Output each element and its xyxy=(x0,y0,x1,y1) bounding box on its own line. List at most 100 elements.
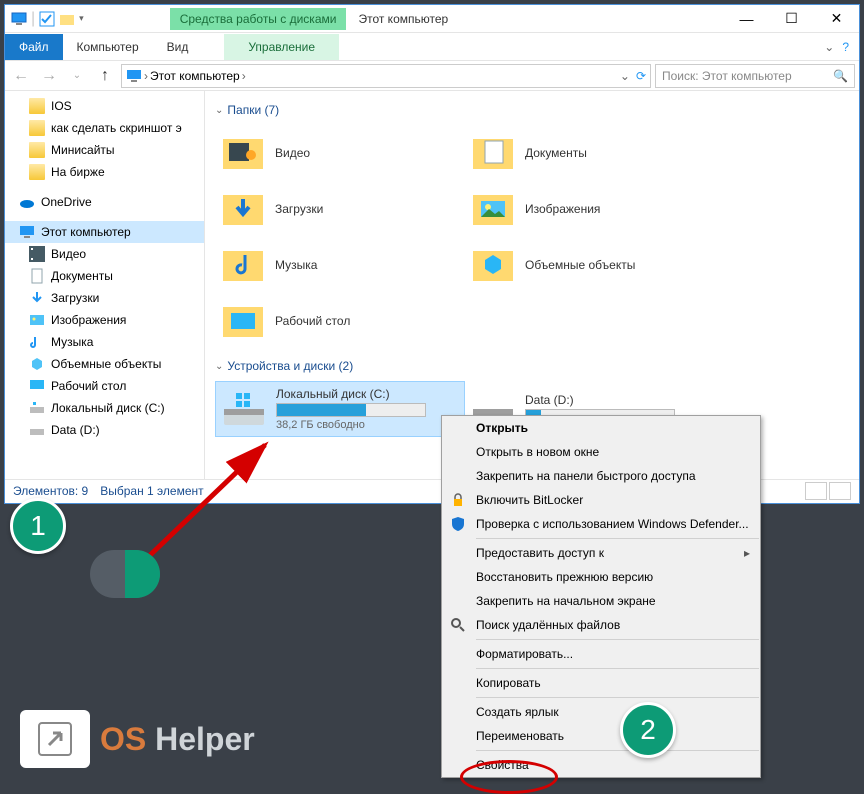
recent-dropdown-icon[interactable]: ⌄ xyxy=(65,64,89,88)
folder-item[interactable]: Объемные объекты xyxy=(465,237,715,293)
folder-icon xyxy=(29,98,45,114)
ctx-bitlocker[interactable]: Включить BitLocker xyxy=(442,488,760,512)
3d-folder-icon xyxy=(471,245,515,285)
manage-tab[interactable]: Управление xyxy=(224,34,339,60)
help-icon[interactable]: ? xyxy=(842,40,849,54)
view-details-button[interactable] xyxy=(805,482,827,500)
ctx-format[interactable]: Форматировать... xyxy=(442,642,760,666)
pc-icon xyxy=(11,11,27,27)
back-button[interactable]: ← xyxy=(9,64,33,88)
folder-icon[interactable] xyxy=(59,11,75,27)
folder-item[interactable]: Изображения xyxy=(465,181,715,237)
ctx-separator xyxy=(476,697,759,698)
bitlocker-icon xyxy=(450,492,466,508)
chevron-right-icon[interactable]: › xyxy=(242,69,246,83)
ctx-defender[interactable]: Проверка с использованием Windows Defend… xyxy=(442,512,760,536)
ctx-search-deleted[interactable]: Поиск удалённых файлов xyxy=(442,613,760,637)
documents-folder-icon xyxy=(471,133,515,173)
forward-button[interactable]: → xyxy=(37,64,61,88)
tree-item[interactable]: Загрузки xyxy=(5,287,204,309)
search-placeholder: Поиск: Этот компьютер xyxy=(662,69,792,83)
ctx-open[interactable]: Открыть xyxy=(442,416,760,440)
3d-icon xyxy=(29,356,45,372)
search-icon: 🔍 xyxy=(833,69,848,83)
tree-item[interactable]: Локальный диск (C:) xyxy=(5,397,204,419)
ctx-separator xyxy=(476,639,759,640)
window-title: Этот компьютер xyxy=(358,12,724,26)
view-tab[interactable]: Вид xyxy=(153,34,203,60)
tree-item[interactable]: Минисайты xyxy=(5,139,204,161)
up-button[interactable]: ↑ xyxy=(93,64,117,88)
tree-item[interactable]: Изображения xyxy=(5,309,204,331)
ctx-create-shortcut[interactable]: Создать ярлык xyxy=(442,700,760,724)
submenu-arrow-icon: ▸ xyxy=(744,546,750,560)
downloads-icon xyxy=(29,290,45,306)
address-bar[interactable]: › Этот компьютер › ⌄ ⟳ xyxy=(121,64,651,88)
chevron-right-icon[interactable]: › xyxy=(144,69,148,83)
drive-c[interactable]: Локальный диск (C:) 38,2 ГБ свободно xyxy=(215,381,465,437)
titlebar: | ▾ Средства работы с дисками Этот компь… xyxy=(5,5,859,33)
drive-icon xyxy=(29,422,45,438)
ctx-open-new-window[interactable]: Открыть в новом окне xyxy=(442,440,760,464)
drive-icon xyxy=(220,387,268,431)
address-dropdown-icon[interactable]: ⌄ xyxy=(620,69,630,83)
qat-dropdown-icon[interactable]: ▾ xyxy=(79,13,84,24)
ribbon-controls: ⌄ ? xyxy=(824,40,849,54)
folder-icon xyxy=(29,120,45,136)
pictures-icon xyxy=(29,312,45,328)
close-button[interactable]: ✕ xyxy=(814,5,859,33)
refresh-icon[interactable]: ⟳ xyxy=(636,69,646,83)
ctx-copy[interactable]: Копировать xyxy=(442,671,760,695)
music-icon xyxy=(29,334,45,350)
minimize-button[interactable]: — xyxy=(724,5,769,33)
pictures-folder-icon xyxy=(471,189,515,229)
tree-item[interactable]: Видео xyxy=(5,243,204,265)
checkbox-icon[interactable] xyxy=(39,11,55,27)
watermark-logo: OS Helper xyxy=(20,710,255,768)
tree-item[interactable]: IOS xyxy=(5,95,204,117)
tree-item[interactable]: Рабочий стол xyxy=(5,375,204,397)
maximize-button[interactable]: ☐ xyxy=(769,5,814,33)
folder-item[interactable]: Музыка xyxy=(215,237,465,293)
folder-item[interactable]: Видео xyxy=(215,125,465,181)
annotation-badge-2: 2 xyxy=(620,702,676,758)
group-folders-header[interactable]: ⌄Папки (7) xyxy=(215,103,849,117)
folder-item[interactable]: Загрузки xyxy=(215,181,465,237)
file-tab[interactable]: Файл xyxy=(5,34,63,60)
tree-item[interactable]: На бирже xyxy=(5,161,204,183)
tree-item[interactable]: Музыка xyxy=(5,331,204,353)
desktop-icon xyxy=(29,378,45,394)
drive-free-space: 38,2 ГБ свободно xyxy=(276,419,426,431)
tree-this-pc[interactable]: Этот компьютер xyxy=(5,221,204,243)
ctx-separator xyxy=(476,750,759,751)
group-drives-header[interactable]: ⌄Устройства и диски (2) xyxy=(215,359,849,373)
ctx-restore-version[interactable]: Восстановить прежнюю версию xyxy=(442,565,760,589)
ctx-properties[interactable]: Свойства xyxy=(442,753,760,777)
tree-item[interactable]: Документы xyxy=(5,265,204,287)
ctx-separator xyxy=(476,538,759,539)
tree-onedrive[interactable]: OneDrive xyxy=(5,191,204,213)
documents-icon xyxy=(29,268,45,284)
shield-icon xyxy=(450,516,466,532)
window-controls: — ☐ ✕ xyxy=(724,5,859,33)
search-input[interactable]: Поиск: Этот компьютер 🔍 xyxy=(655,64,855,88)
tree-item[interactable]: как сделать скриншот э xyxy=(5,117,204,139)
ctx-pin-quick-access[interactable]: Закрепить на панели быстрого доступа xyxy=(442,464,760,488)
pc-icon xyxy=(126,68,142,84)
context-menu: Открыть Открыть в новом окне Закрепить н… xyxy=(441,415,761,778)
ctx-rename[interactable]: Переименовать xyxy=(442,724,760,748)
folder-item[interactable]: Документы xyxy=(465,125,715,181)
ribbon-context-label: Средства работы с дисками xyxy=(170,8,347,30)
folder-item[interactable]: Рабочий стол xyxy=(215,293,465,349)
ctx-share[interactable]: Предоставить доступ к▸ xyxy=(442,541,760,565)
ctx-pin-start[interactable]: Закрепить на начальном экране xyxy=(442,589,760,613)
tree-item[interactable]: Data (D:) xyxy=(5,419,204,441)
video-icon xyxy=(29,246,45,262)
drive-icon xyxy=(29,400,45,416)
ribbon-expand-icon[interactable]: ⌄ xyxy=(824,40,834,54)
computer-tab[interactable]: Компьютер xyxy=(63,34,153,60)
view-icons-button[interactable] xyxy=(829,482,851,500)
tree-item[interactable]: Объемные объекты xyxy=(5,353,204,375)
qat-sep: | xyxy=(31,10,35,28)
breadcrumb-root[interactable]: Этот компьютер xyxy=(150,69,240,83)
